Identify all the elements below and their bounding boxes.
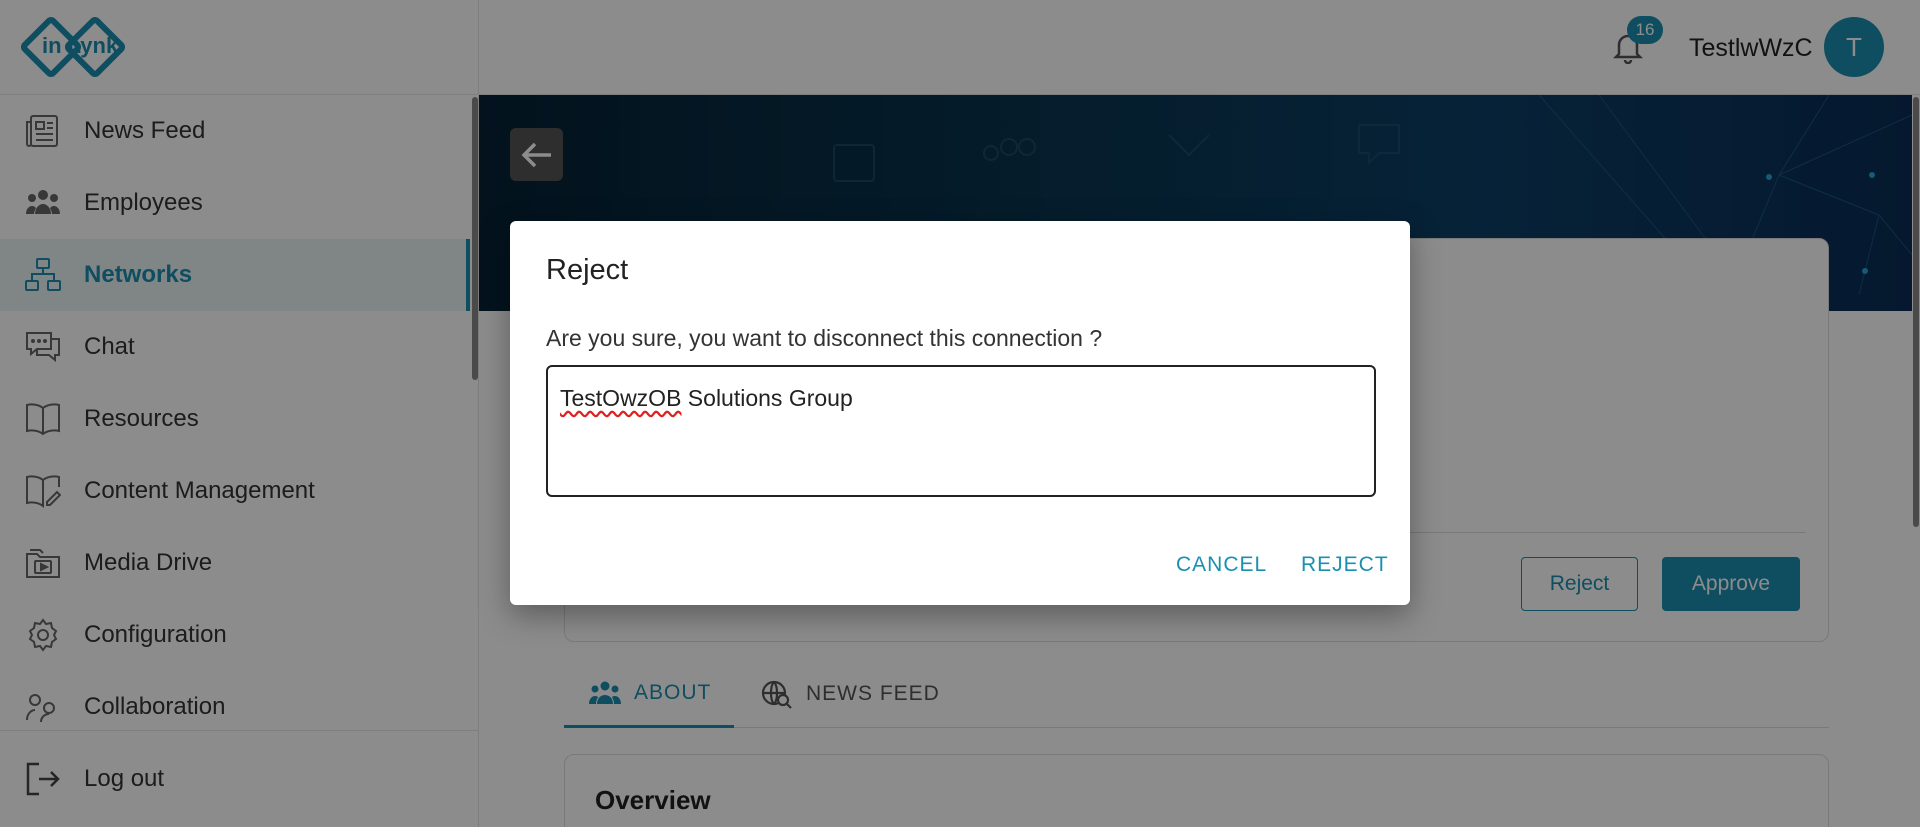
reject-dialog: Reject Are you sure, you want to disconn… [510,221,1410,605]
dialog-title: Reject [546,254,629,286]
input-text-rest: Solutions Group [681,385,853,411]
dialog-message: Are you sure, you want to disconnect thi… [546,325,1103,351]
cancel-button[interactable]: CANCEL [1176,553,1267,577]
reject-reason-textarea[interactable]: TestOwzOB Solutions Group [546,365,1376,497]
confirm-reject-button[interactable]: REJECT [1301,553,1389,577]
input-text-misspelled: TestOwzOB [560,385,682,411]
